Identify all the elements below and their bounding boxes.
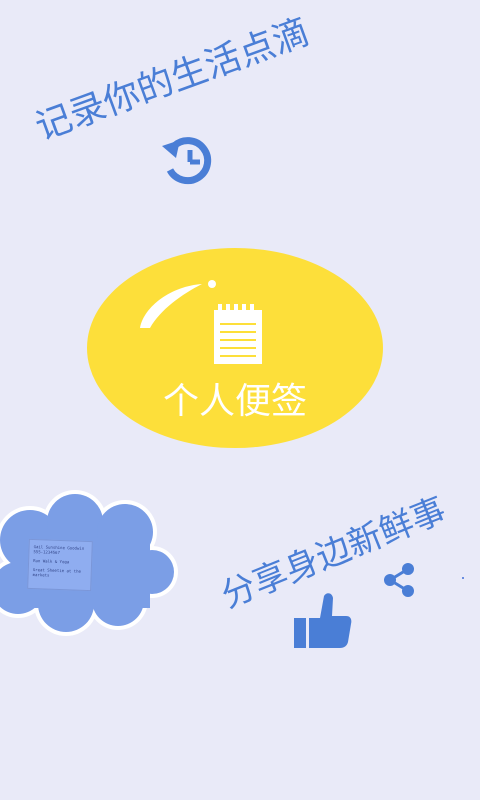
speck-dot: [462, 577, 464, 579]
note-paper-image: Gail Sunshine Goodwin 555-1234567 Run Wa…: [27, 538, 93, 592]
notepad-icon: [214, 304, 262, 364]
thumbs-up-icon[interactable]: [292, 590, 354, 652]
history-clock-icon: [162, 137, 212, 185]
personal-notes-label: 个人便签: [162, 381, 307, 422]
gloss-highlight: [140, 280, 216, 328]
splash-screen: 记录你的生活点滴 个人便签 Gail Sunshine Goodwin 555-…: [0, 0, 480, 800]
tagline-record-life: 记录你的生活点滴: [30, 11, 315, 149]
share-icon[interactable]: [382, 562, 416, 598]
note-line: Great Sheetie at the markets: [32, 567, 82, 578]
